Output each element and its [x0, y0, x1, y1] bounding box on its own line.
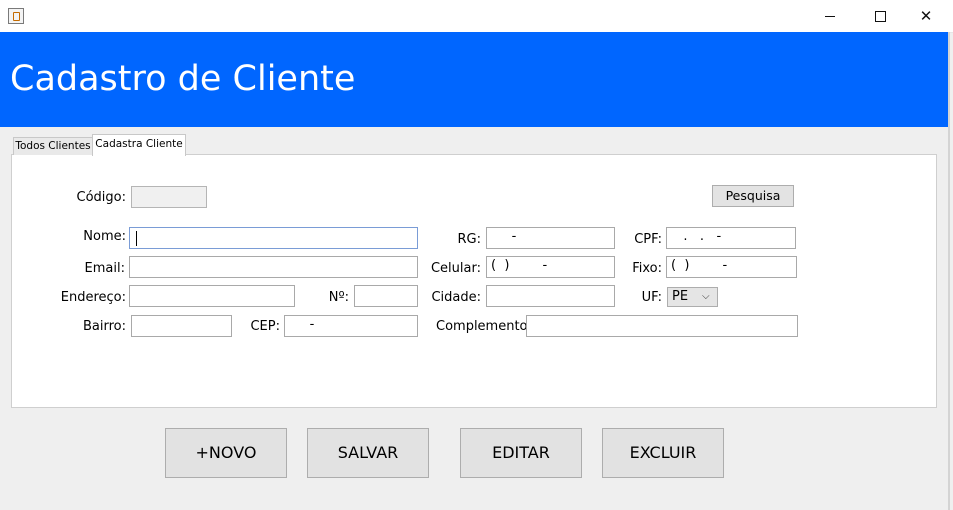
tab-todos-clientes[interactable]: Todos Clientes — [13, 137, 93, 155]
maximize-button[interactable] — [857, 0, 903, 32]
endereco-label: Endereço: — [60, 290, 126, 305]
nome-field[interactable] — [129, 227, 418, 249]
cep-label: CEP: — [250, 319, 280, 334]
text-cursor — [136, 231, 137, 246]
rg-label: RG: — [457, 232, 482, 247]
celular-field[interactable]: ( ) - — [486, 256, 615, 278]
java-cup-icon — [8, 8, 24, 24]
pesquisa-button[interactable]: Pesquisa — [712, 185, 794, 207]
rg-field[interactable]: - — [486, 227, 615, 249]
fixo-label: Fixo: — [632, 261, 662, 276]
cidade-label: Cidade: — [431, 290, 481, 305]
fixo-field[interactable]: ( ) - — [666, 256, 797, 278]
maximize-icon — [874, 10, 886, 22]
email-label: Email: — [84, 261, 125, 276]
complemento-label: Complemento — [436, 319, 528, 334]
complemento-field[interactable] — [526, 315, 798, 337]
codigo-label: Código: — [76, 190, 126, 205]
window-right-edge — [948, 32, 950, 510]
uf-label: UF: — [641, 290, 662, 305]
codigo-field[interactable] — [131, 186, 207, 208]
nome-label: Nome: — [83, 229, 126, 244]
cpf-label: CPF: — [634, 232, 662, 247]
novo-button[interactable]: +NOVO — [165, 428, 287, 478]
email-field[interactable] — [129, 256, 418, 278]
cpf-field[interactable]: . . - — [666, 227, 796, 249]
bairro-label: Bairro: — [82, 319, 126, 334]
excluir-button[interactable]: EXCLUIR — [602, 428, 724, 478]
endereco-field[interactable] — [129, 285, 295, 307]
close-button[interactable]: ✕ — [903, 0, 949, 32]
cep-field[interactable]: - — [284, 315, 418, 337]
close-icon: ✕ — [919, 6, 933, 25]
bairro-field[interactable] — [131, 315, 232, 337]
numero-field[interactable] — [354, 285, 418, 307]
numero-label: Nº: — [328, 290, 349, 305]
minimize-button[interactable] — [807, 0, 853, 32]
page-title: Cadastro de Cliente — [10, 59, 356, 99]
tab-cadastra-cliente[interactable]: Cadastra Cliente — [92, 134, 186, 156]
celular-label: Celular: — [430, 261, 481, 276]
minimize-icon — [825, 15, 835, 17]
salvar-button[interactable]: SALVAR — [307, 428, 429, 478]
cidade-field[interactable] — [486, 285, 615, 307]
chevron-down-icon: ⌵ — [702, 291, 710, 302]
editar-button[interactable]: EDITAR — [460, 428, 582, 478]
uf-selected-value: PE — [672, 289, 689, 304]
